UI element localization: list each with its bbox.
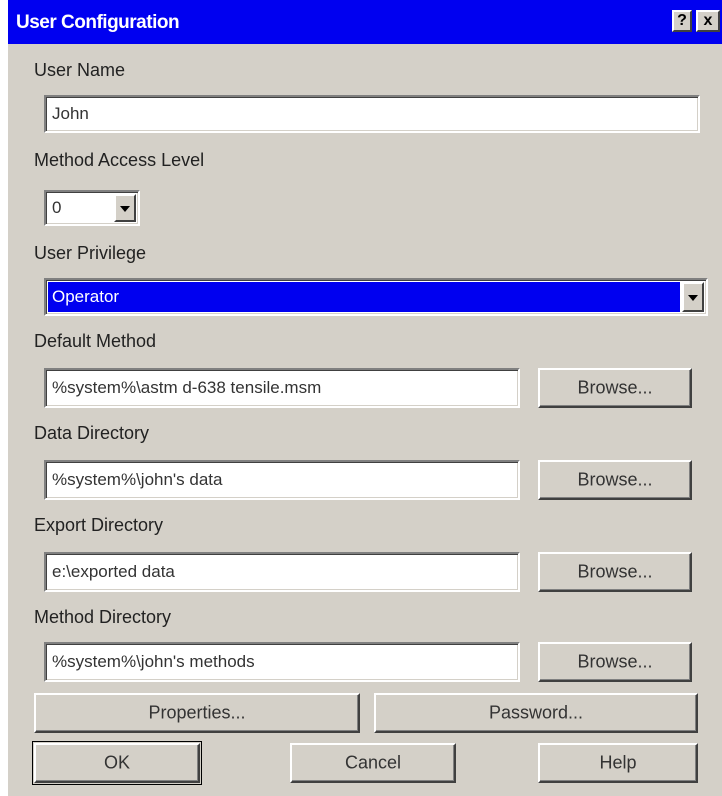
password-button[interactable]: Password... xyxy=(374,693,698,733)
ok-button-label: OK xyxy=(103,752,130,773)
method-access-level-label: Method Access Level xyxy=(34,150,205,170)
method-directory-browse-label: Browse... xyxy=(577,651,653,672)
method-directory-value: %system%\john's methods xyxy=(52,652,255,671)
data-directory-browse-label: Browse... xyxy=(577,469,653,490)
user-name-label: User Name xyxy=(34,60,126,80)
export-directory-label: Export Directory xyxy=(34,515,164,535)
user-privilege-dropdown-button[interactable] xyxy=(682,282,704,312)
export-directory-browse-label: Browse... xyxy=(577,561,653,582)
cancel-button-label: Cancel xyxy=(344,752,402,773)
export-directory-browse-button[interactable]: Browse... xyxy=(538,552,692,592)
window-title: User Configuration xyxy=(16,12,180,33)
chevron-down-icon xyxy=(688,295,698,301)
default-method-label: Default Method xyxy=(34,331,157,351)
method-access-level-select[interactable]: 0 xyxy=(44,190,140,226)
user-name-value: John xyxy=(52,104,89,123)
help-button-label: Help xyxy=(599,752,637,773)
title-bar[interactable]: User Configuration ? x xyxy=(8,0,722,44)
default-method-browse-label: Browse... xyxy=(577,377,653,398)
cancel-button[interactable]: Cancel xyxy=(290,743,456,783)
user-configuration-dialog: User Configuration ? x User Name John Me… xyxy=(8,0,722,796)
ok-button[interactable]: OK xyxy=(34,743,200,783)
password-button-label: Password... xyxy=(488,702,584,723)
data-directory-browse-button[interactable]: Browse... xyxy=(538,460,692,500)
user-privilege-label: User Privilege xyxy=(34,243,147,263)
user-privilege-select[interactable]: Operator xyxy=(44,278,708,316)
method-access-level-dropdown-button[interactable] xyxy=(114,194,136,222)
export-directory-value: e:\exported data xyxy=(52,562,175,581)
default-method-browse-button[interactable]: Browse... xyxy=(538,368,692,408)
user-privilege-value: Operator xyxy=(52,287,120,306)
properties-button-label: Properties... xyxy=(148,702,246,723)
chevron-down-icon xyxy=(120,206,130,212)
method-directory-label: Method Directory xyxy=(34,607,172,627)
data-directory-field[interactable]: %system%\john's data xyxy=(44,460,520,500)
properties-button[interactable]: Properties... xyxy=(34,693,360,733)
method-directory-field[interactable]: %system%\john's methods xyxy=(44,642,520,682)
export-directory-field[interactable]: e:\exported data xyxy=(44,552,520,592)
user-privilege-highlight: Operator xyxy=(48,282,680,312)
method-directory-browse-button[interactable]: Browse... xyxy=(538,642,692,682)
help-button[interactable]: Help xyxy=(538,743,698,783)
user-name-field[interactable]: John xyxy=(44,95,700,133)
default-method-value: %system%\astm d-638 tensile.msm xyxy=(52,378,322,397)
data-directory-label: Data Directory xyxy=(34,423,150,443)
data-directory-value: %system%\john's data xyxy=(52,470,223,489)
default-method-field[interactable]: %system%\astm d-638 tensile.msm xyxy=(44,368,520,408)
method-access-level-value: 0 xyxy=(52,198,62,217)
close-icon[interactable]: x xyxy=(696,10,720,32)
help-icon[interactable]: ? xyxy=(672,10,692,32)
